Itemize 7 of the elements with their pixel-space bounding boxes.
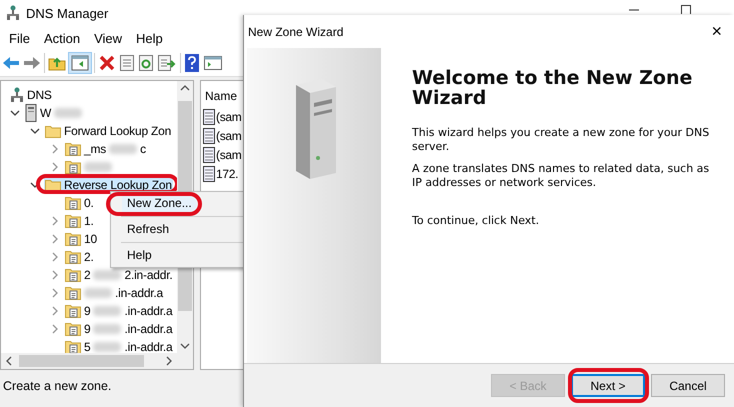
wizard-heading: Welcome to the New Zone Wizard bbox=[412, 68, 694, 108]
wizard-text: To continue, click Next. bbox=[412, 214, 540, 228]
dialog-title: New Zone Wizard bbox=[248, 24, 344, 38]
window-title: DNS Manager bbox=[26, 6, 108, 20]
wizard-text: A zone translates DNS names to related data, such as IP addresses or network services. bbox=[412, 162, 710, 190]
wizard-text: This wizard helps you create a new zone for your DNS server. bbox=[412, 126, 710, 154]
status-text: Create a new zone. bbox=[2, 378, 112, 395]
